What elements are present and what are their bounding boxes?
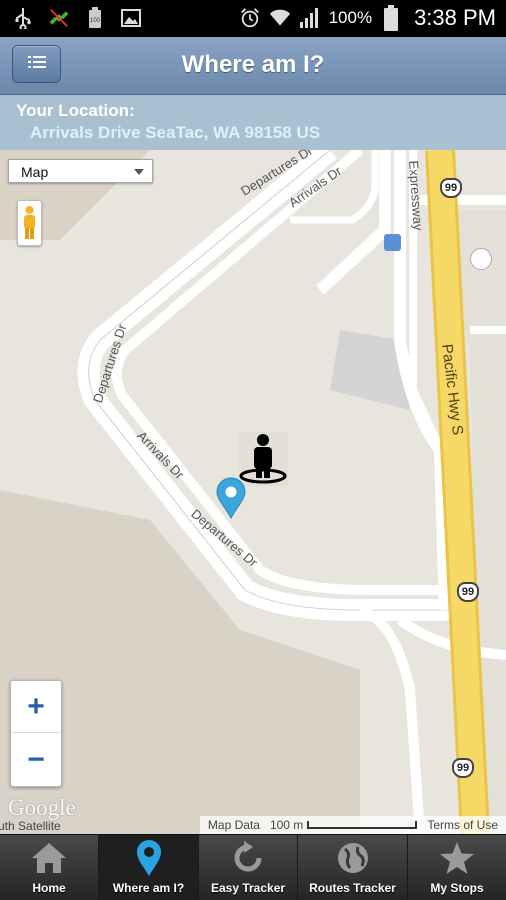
zoom-out-button[interactable]: − — [11, 734, 61, 786]
zoom-control: + − — [10, 680, 62, 787]
home-icon — [29, 839, 69, 877]
nav-home-label: Home — [32, 881, 66, 895]
globe-icon — [333, 839, 373, 877]
battery-percent: 100% — [328, 8, 373, 27]
bottom-nav: Home Where am I? Easy Tracker Routes Tra… — [0, 834, 506, 900]
nav-where-am-i-label: Where am I? — [112, 881, 185, 895]
map-data-link[interactable]: Map Data — [208, 818, 260, 832]
page-title: Where am I? — [181, 51, 325, 78]
terms-link[interactable]: Terms of Use — [427, 818, 498, 832]
nav-my-stops-label: My Stops — [430, 881, 484, 895]
refresh-icon — [228, 839, 268, 877]
nav-home[interactable]: Home — [0, 835, 99, 900]
nav-my-stops[interactable]: My Stops — [408, 835, 506, 900]
scale-bar: 100 m — [269, 818, 418, 832]
location-pin-icon — [129, 839, 169, 877]
nav-routes-tracker-label: Routes Tracker — [309, 881, 396, 895]
image-icon — [120, 7, 142, 29]
screen: 100 100% 3:38 PM Where am I? Your Locati… — [0, 0, 506, 900]
status-bar: 100 100% 3:38 PM — [0, 0, 506, 37]
zoom-in-button[interactable]: + — [11, 681, 61, 733]
location-panel: Your Location: Arrivals Drive SeaTac, WA… — [0, 95, 506, 150]
google-logo: Google — [8, 795, 76, 820]
route-99-shield: 99 — [440, 178, 462, 198]
satellite-icon — [48, 7, 70, 29]
nav-routes-tracker[interactable]: Routes Tracker — [298, 835, 408, 900]
location-address: Arrivals Drive SeaTac, WA 98158 US — [30, 123, 321, 142]
map-tiles — [0, 150, 506, 834]
star-icon — [437, 839, 477, 877]
alarm-icon — [239, 7, 261, 29]
pegman-icon[interactable] — [17, 200, 42, 246]
app-header: Where am I? — [0, 37, 506, 95]
status-notifications: 100 — [12, 7, 142, 29]
signal-icon — [299, 7, 321, 29]
map-view[interactable]: Map Departures Dr Arrivals Dr Departures… — [0, 150, 506, 834]
chevron-down-icon — [134, 169, 144, 175]
svg-text:100: 100 — [90, 18, 101, 24]
wifi-icon — [269, 7, 291, 29]
place-label-south-satellite: uth Satellite — [0, 819, 61, 833]
map-attribution: Map Data 100 m Terms of Use — [199, 816, 506, 834]
usb-icon — [12, 7, 34, 29]
battery-small-icon: 100 — [84, 7, 106, 29]
route-99-shield: 99 — [452, 758, 474, 778]
nav-easy-tracker-label: Easy Tracker — [210, 881, 286, 895]
route-99-shield: 99 — [457, 582, 479, 602]
status-system: 100% 3:38 PM — [239, 4, 496, 32]
nav-where-am-i[interactable]: Where am I? — [99, 835, 199, 900]
battery-icon — [380, 5, 402, 31]
nav-easy-tracker[interactable]: Easy Tracker — [199, 835, 298, 900]
map-type-label: Map — [21, 164, 49, 180]
scale-label: 100 m — [269, 818, 304, 832]
map-type-selector[interactable]: Map — [8, 159, 153, 183]
hotel-icon — [470, 248, 492, 270]
location-label: Your Location: — [16, 101, 135, 120]
clock: 3:38 PM — [414, 5, 496, 30]
location-pin-icon[interactable] — [215, 477, 247, 524]
transit-icon — [384, 234, 401, 251]
